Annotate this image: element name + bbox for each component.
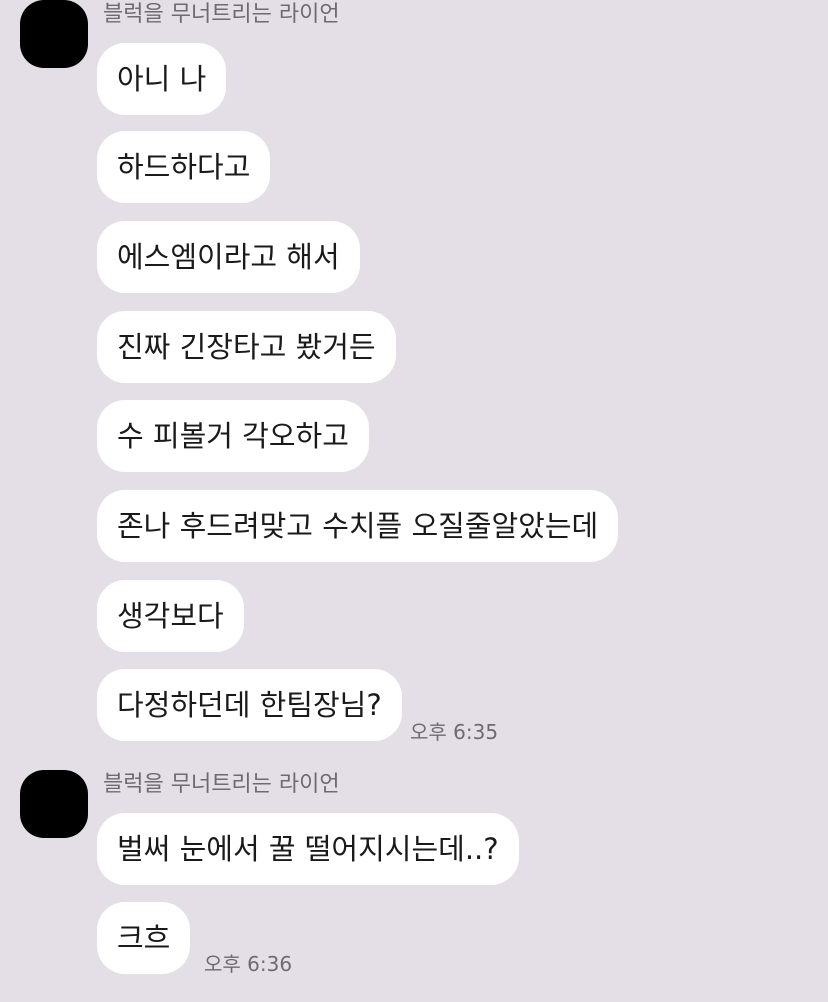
message-bubble[interactable]: 아니 나 [97,43,227,115]
message-bubble[interactable]: 생각보다 [97,580,244,652]
message-bubble[interactable]: 에스엠이라고 해서 [97,221,360,293]
sender-avatar[interactable] [20,0,88,68]
message-bubble[interactable]: 존나 후드려맞고 수치플 오질줄알았는데 [97,490,619,562]
sender-avatar[interactable] [20,770,88,838]
message-bubble[interactable]: 벌써 눈에서 꿀 떨어지시는데..? [97,813,519,885]
sender-name: 블럭을 무너트리는 라이언 [103,772,340,797]
message-bubble[interactable]: 수 피볼거 각오하고 [97,400,369,472]
message-bubble[interactable]: 크흐 [97,902,191,974]
message-bubble[interactable]: 하드하다고 [97,131,271,203]
sender-name: 블럭을 무너트리는 라이언 [103,2,340,27]
message-bubble[interactable]: 진짜 긴장타고 봤거든 [97,311,396,383]
message-timestamp: 오후 6:36 [204,952,293,976]
message-bubble[interactable]: 다정하던데 한팀장님? [97,669,402,741]
message-timestamp: 오후 6:35 [410,720,499,744]
